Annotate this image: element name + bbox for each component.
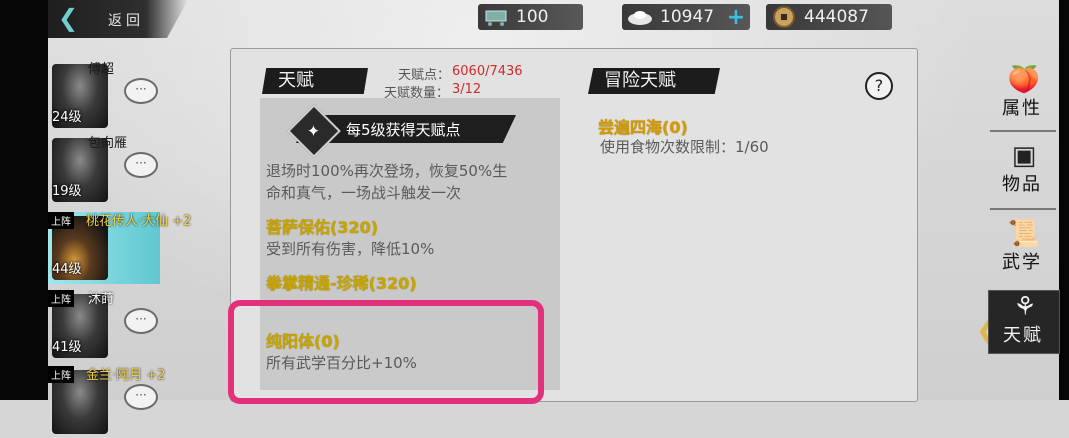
menu-label: 天赋	[1003, 325, 1043, 346]
character-name: 沐莳	[88, 292, 115, 307]
chat-bubble-icon[interactable]: ···	[124, 152, 158, 178]
add-silver-button[interactable]: +	[726, 7, 746, 29]
character-entry-selected[interactable]: 上阵 桃花传人·大仙 +2 44级	[48, 212, 191, 284]
coin-value: 444087	[804, 7, 869, 27]
talent-points-label: 天赋点：	[398, 68, 451, 83]
deployed-badge: 上阵	[48, 290, 74, 307]
chat-bubble-icon[interactable]: ···	[124, 308, 158, 334]
talent-section-title: 天赋	[262, 68, 368, 94]
menu-divider	[990, 130, 1056, 132]
scroll-icon: 📜	[1007, 219, 1041, 249]
character-name: 包向雁	[88, 136, 128, 151]
deployed-badge: 上阵	[48, 212, 74, 229]
cart-icon	[482, 5, 510, 29]
menu-items[interactable]: ▣ 物品	[988, 140, 1058, 202]
deployed-badge: 上阵	[48, 366, 74, 383]
menu-label: 武学	[1002, 252, 1042, 273]
character-level: 44级	[52, 262, 82, 277]
chat-bubble-icon[interactable]: ···	[124, 384, 158, 410]
menu-label: 物品	[1002, 174, 1042, 195]
highlight-frame	[228, 300, 544, 404]
adventure-item-name[interactable]: 尝遍四海(0)	[598, 114, 688, 138]
back-arrow-icon[interactable]: ❮	[58, 6, 78, 30]
adventure-item-desc: 使用食物次数限制：1/60	[600, 138, 769, 156]
food-value: 100	[516, 7, 549, 27]
character-entry[interactable]: 上阵 金兰·阿月 +2 ···	[48, 366, 165, 438]
character-entry[interactable]: 傅超 24级 ···	[48, 60, 160, 132]
menu-label: 属性	[1002, 98, 1042, 119]
box-icon: ▣	[1011, 141, 1037, 171]
character-entry[interactable]: 包向雁 19级 ···	[48, 134, 160, 206]
adventure-section-title: 冒险天赋	[588, 68, 720, 94]
talent-item-desc: 受到所有伤害，降低10%	[266, 240, 435, 258]
talent-desc: 命和真气，一场战斗触发一次	[266, 184, 462, 202]
character-level: 24级	[52, 110, 82, 125]
character-entry[interactable]: 上阵 沐莳 41级 ···	[48, 290, 160, 362]
character-name: 桃花传人·大仙 +2	[86, 214, 192, 229]
talent-item-name[interactable]: 菩萨保佑(320)	[266, 214, 378, 238]
talent-item-name[interactable]: 拳掌精通-珍稀(320)	[266, 270, 417, 294]
talent-icon: ⚘	[1013, 292, 1037, 322]
chat-bubble-icon[interactable]: ···	[124, 78, 158, 104]
menu-attributes[interactable]: 🍑 属性	[988, 64, 1058, 126]
character-name: 金兰·阿月 +2	[86, 368, 166, 383]
right-edge	[1059, 0, 1069, 400]
food-counter: 100	[478, 4, 583, 30]
coin-counter: 444087	[766, 4, 892, 30]
copper-coin-icon	[770, 5, 798, 29]
character-name: 傅超	[88, 62, 115, 77]
talent-desc: 退场时100%再次登场，恢复50%生	[266, 162, 508, 180]
talent-points-value: 6060/7436	[452, 64, 523, 79]
character-level: 41级	[52, 340, 82, 355]
menu-divider	[990, 208, 1056, 210]
left-edge	[0, 0, 48, 400]
silver-ingot-icon	[626, 5, 654, 29]
menu-martial-arts[interactable]: 📜 武学	[988, 218, 1058, 280]
back-label[interactable]: 返回	[108, 10, 144, 30]
talent-count-value: 3/12	[452, 82, 482, 97]
silver-value: 10947	[660, 7, 715, 27]
peach-icon: 🍑	[1007, 65, 1041, 95]
help-icon[interactable]: ?	[865, 72, 893, 100]
character-level: 19级	[52, 184, 82, 199]
level-banner-text: 每5级获得天赋点	[346, 121, 461, 139]
menu-talent[interactable]: ⚘ 天赋	[988, 290, 1060, 354]
